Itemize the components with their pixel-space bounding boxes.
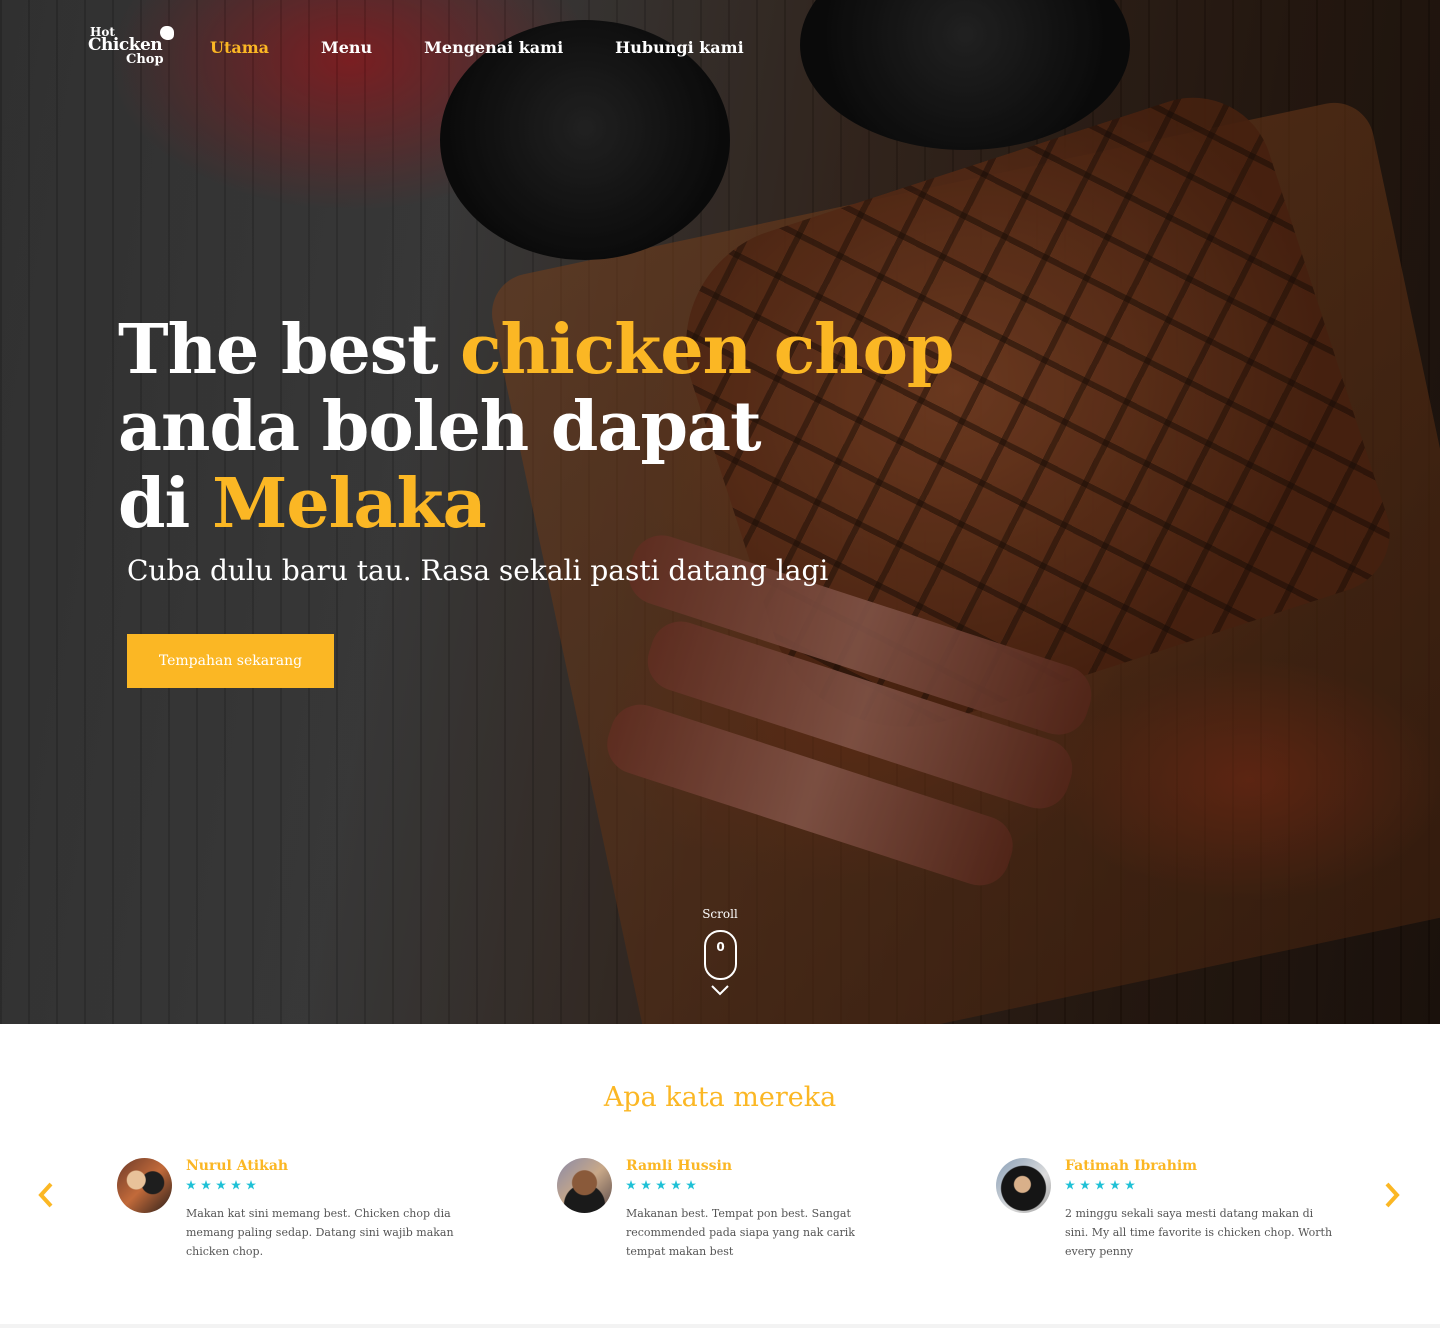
star-icon [656,1180,666,1190]
chevron-left-icon[interactable] [36,1180,56,1210]
reviewer-name: Fatimah Ibrahim [1065,1158,1198,1174]
hero-headline: The best chicken chop anda boleh dapat d… [118,312,978,543]
star-icon [671,1180,681,1190]
star-icon [626,1180,636,1190]
star-icon [1065,1180,1075,1190]
nav-item-mengenai-kami[interactable]: Mengenai kami [424,38,563,57]
hero-subline: Cuba dulu baru tau. Rasa sekali pasti da… [127,554,829,587]
headline-part-3: di [118,464,213,544]
headline-highlight-melaka: Melaka [212,464,487,544]
star-icon [1110,1180,1120,1190]
testimonial-card: Nurul Atikah Makan kat sini memang best.… [117,1158,477,1278]
chevron-right-icon[interactable] [1382,1180,1402,1210]
avatar [557,1158,612,1213]
headline-part-1: The best [118,310,461,390]
review-text: 2 minggu sekali saya mesti datang makan … [1065,1207,1333,1258]
logo-line-chop: Chop [126,52,164,67]
star-rating [1065,1180,1135,1190]
star-icon [1095,1180,1105,1190]
star-icon [186,1180,196,1190]
review-text: Makan kat sini memang best. Chicken chop… [186,1207,454,1258]
scroll-label: Scroll [702,907,738,921]
testimonials-title: Apa kata mereka [603,1082,837,1113]
star-rating [186,1180,256,1190]
reviewer-name: Ramli Hussin [626,1158,733,1174]
chevron-down-icon[interactable] [711,984,729,996]
star-rating [626,1180,696,1190]
section-divider [0,1324,1440,1328]
star-icon [246,1180,256,1190]
nav-item-menu[interactable]: Menu [321,38,372,57]
star-icon [201,1180,211,1190]
order-now-button[interactable]: Tempahan sekarang [127,634,334,688]
star-icon [231,1180,241,1190]
star-icon [641,1180,651,1190]
chicken-icon [160,26,174,40]
testimonial-card: Ramli Hussin Makanan best. Tempat pon be… [557,1158,917,1278]
nav-item-hubungi-kami[interactable]: Hubungi kami [615,38,744,57]
scroll-counter: 0 [716,940,725,954]
brand-logo[interactable]: Hot Chicken Chop [88,24,178,72]
star-icon [686,1180,696,1190]
star-icon [1080,1180,1090,1190]
mouse-scroll-icon[interactable]: 0 [704,930,737,980]
avatar [996,1158,1051,1213]
star-icon [216,1180,226,1190]
main-nav: Utama Menu Mengenai kami Hubungi kami [210,38,796,57]
avatar [117,1158,172,1213]
hero-section: Hot Chicken Chop Utama Menu Mengenai kam… [0,0,1440,1024]
testimonial-card: Fatimah Ibrahim 2 minggu sekali saya mes… [996,1158,1356,1278]
reviewer-name: Nurul Atikah [186,1158,289,1174]
headline-part-2: anda boleh dapat [118,387,762,467]
headline-highlight-chicken-chop: chicken chop [460,310,954,390]
nav-item-utama[interactable]: Utama [210,38,269,57]
review-text: Makanan best. Tempat pon best. Sangat re… [626,1207,855,1258]
star-icon [1125,1180,1135,1190]
